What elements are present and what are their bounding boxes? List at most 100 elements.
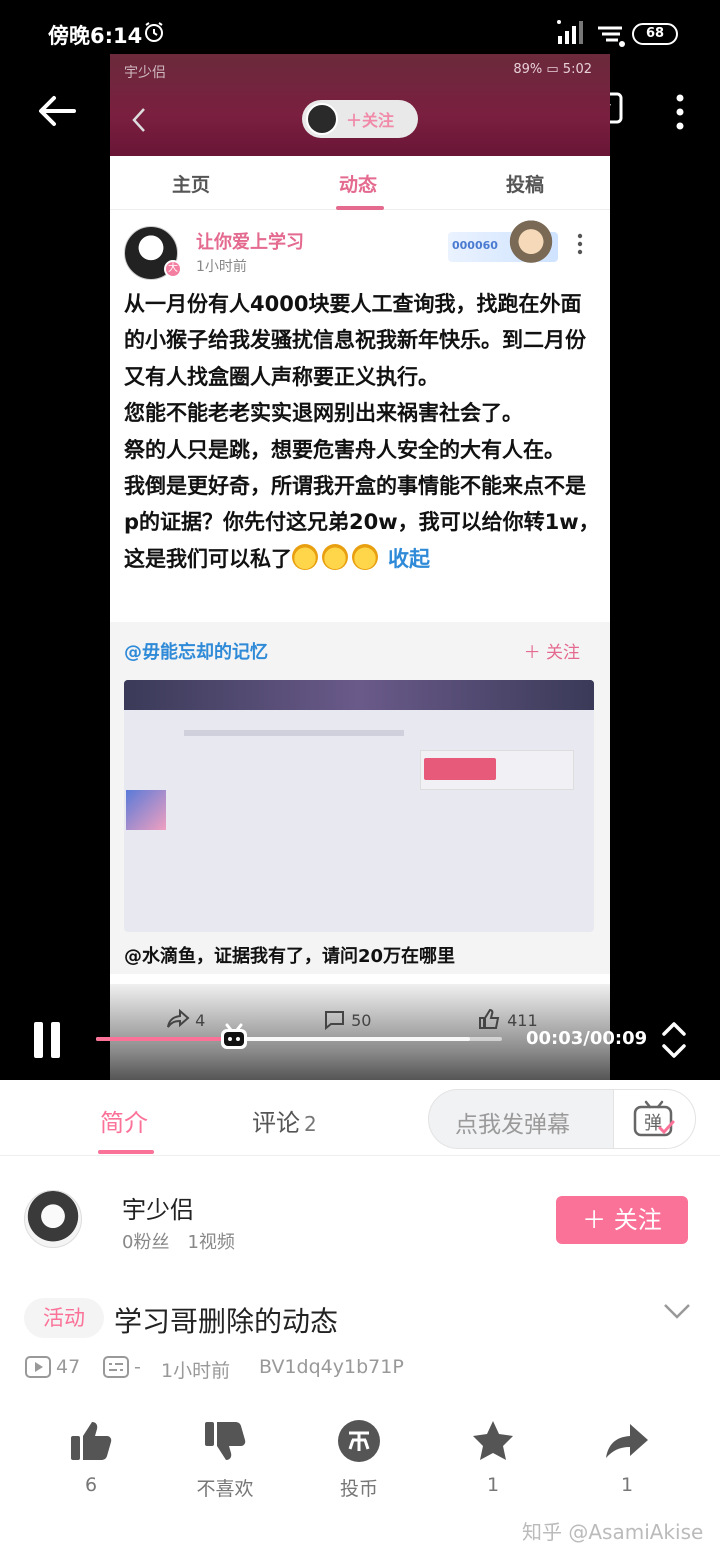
like-action[interactable]: 6: [46, 1418, 136, 1496]
dislike-label: 不喜欢: [196, 1478, 254, 1500]
post-avatar-badge: 大: [164, 260, 182, 278]
star-icon: [473, 1421, 513, 1460]
inner-tab-home: 主页: [172, 174, 211, 196]
repost-author: @毋能忘却的记忆: [124, 642, 268, 663]
uploader-name[interactable]: 宇少侣: [122, 1190, 194, 1225]
inner-tab-dynamics: 动态: [339, 174, 378, 196]
post-time: 1小时前: [196, 259, 247, 275]
more-vertical-icon[interactable]: [668, 92, 692, 132]
image-thumbnail: [126, 790, 166, 830]
video-title: 学习哥删除的动态: [114, 1305, 339, 1338]
danmaku-icon-char: 弹: [644, 1113, 662, 1134]
battery-level: 68: [645, 26, 665, 41]
repost-follow: ＋ 关注: [523, 643, 580, 663]
uploader-stats: 0粉丝 1视频: [122, 1228, 235, 1254]
fan-badge-number: 000060: [452, 239, 498, 252]
progress-fill: [96, 1037, 235, 1041]
inner-avatar: [306, 103, 338, 135]
inner-status-left: 宇少侣: [124, 65, 166, 81]
like-count: 6: [84, 1474, 98, 1496]
video-frame: 宇少侣 89% ▭ 5:02 ＋关注 主页 动态 投稿 大 让你爱上学习 1小时…: [110, 54, 610, 1080]
danmaku-toggle[interactable]: 弹: [613, 1090, 695, 1148]
video-header: 宇少侣 89% ▭ 5:02 ＋关注: [110, 54, 610, 156]
pause-icon-bar: [51, 1022, 60, 1058]
pause-button[interactable]: [32, 1022, 62, 1058]
inner-share-count: 4: [195, 1011, 206, 1030]
danmaku-icon: 弹: [633, 1100, 675, 1137]
uploader-avatar[interactable]: [24, 1190, 82, 1248]
post-more-icon: [577, 233, 583, 255]
fullscreen-icon[interactable]: [660, 1020, 688, 1060]
thumb-up-icon: [71, 1422, 112, 1460]
tab-comments[interactable]: 评论 2: [252, 1103, 317, 1138]
post-line: 您能不能老老实实退网别出来祸害社会了。: [124, 401, 523, 426]
back-arrow-icon[interactable]: [34, 88, 80, 134]
tab-intro[interactable]: 简介: [100, 1103, 148, 1138]
pause-icon-bar: [34, 1022, 43, 1058]
bvid: BV1dq4y1b71P: [259, 1356, 404, 1378]
repost-caption: @水滴鱼，证据我有了，请问20万在哪里: [124, 946, 456, 967]
favorite-count: 1: [486, 1474, 500, 1496]
watermark: 知乎 @AsamiAkise: [522, 1520, 704, 1544]
uploader-fans: 0粉丝: [122, 1232, 170, 1253]
video-player[interactable]: 傍晚6:14 68 TV 宇少侣 89% ▭ 5:02 ＋关注 主页 动态 投稿…: [0, 0, 720, 1080]
post-line-last: 我倒是更好奇，所谓我开盒的事情能不能来点不是p的证据？你先付这兄弟20w，我可以…: [124, 468, 600, 577]
coin-label: 投币: [339, 1478, 378, 1500]
inner-tab-indicator: [336, 206, 384, 210]
chevron-down-icon[interactable]: [662, 1300, 692, 1322]
play-count-icon: [25, 1356, 51, 1378]
comment-icon: [325, 1011, 344, 1031]
post-text: 从一月份有人4000块要人工查询我，找跑在外面的小猴子给我发骚扰信息祝我新年快乐…: [124, 286, 600, 577]
danmaku-placeholder: 点我发弹幕: [455, 1112, 570, 1138]
inner-back-icon: [132, 108, 145, 132]
progress-bar[interactable]: [96, 1037, 502, 1041]
emoji-icon: [352, 543, 378, 570]
inner-like: 411: [478, 1008, 538, 1030]
uploader-videos: 1视频: [187, 1232, 235, 1253]
inner-comment-count: 50: [351, 1011, 372, 1030]
inner-share: 4: [166, 1008, 205, 1030]
tab-comments-count: 2: [304, 1112, 317, 1136]
status-time: 傍晚6:14: [48, 24, 143, 48]
post-line: 从一月份有人4000块要人工查询我，找跑在外面的小猴子给我发骚扰信息祝我新年快乐…: [124, 292, 586, 389]
badge-character: [508, 220, 554, 268]
image-toolbar: [184, 730, 404, 736]
inner-status-right: 89% ▭ 5:02: [513, 62, 592, 77]
activity-tag[interactable]: 活动: [24, 1298, 104, 1338]
share-count: 1: [620, 1474, 634, 1496]
emoji-icon: [292, 543, 318, 570]
wifi-icon: [598, 26, 625, 47]
publish-time: 1小时前: [161, 1360, 231, 1382]
collapse-link: 收起: [388, 546, 430, 571]
fan-badge: 000060: [448, 220, 558, 268]
tv-mascot-scrubber-icon[interactable]: [218, 1022, 250, 1052]
danmaku-count: -: [134, 1356, 141, 1378]
coin-action[interactable]: 投币: [314, 1418, 404, 1501]
emoji-icon: [322, 543, 348, 570]
coin-icon: [338, 1420, 380, 1462]
inner-tab-uploads: 投稿: [506, 174, 545, 196]
danmaku-count-icon: [103, 1356, 129, 1378]
danmaku-input[interactable]: 点我发弹幕 弹: [428, 1089, 696, 1149]
follow-button[interactable]: ＋ 关注: [556, 1196, 688, 1244]
inner-comment: 50: [322, 1008, 372, 1031]
share-arrow-icon: [606, 1424, 648, 1458]
time-readout: 00:03/00:09: [526, 1028, 648, 1049]
tab-indicator: [98, 1150, 154, 1154]
dislike-action[interactable]: 不喜欢: [180, 1418, 270, 1501]
thumb-down-icon: [205, 1422, 246, 1460]
battery-icon: 68: [632, 23, 678, 45]
thumb-up-icon: [479, 1008, 500, 1029]
repost-screenshot-image: [124, 680, 594, 932]
view-count: 47: [56, 1356, 81, 1378]
inner-tabs: 主页 动态 投稿: [110, 156, 610, 210]
inner-follow-label: ＋关注: [346, 111, 395, 130]
signal-icon: [557, 20, 583, 44]
repost-card: @毋能忘却的记忆 ＋ 关注 @水滴鱼，证据我有了，请问20万在哪里: [110, 622, 610, 974]
share-action[interactable]: 1: [582, 1418, 672, 1496]
favorite-action[interactable]: 1: [448, 1418, 538, 1496]
image-banner: [124, 680, 594, 710]
inner-follow-pill: ＋关注: [302, 100, 418, 138]
alarm-icon: [145, 22, 163, 42]
tab-comments-label: 评论: [252, 1109, 300, 1137]
